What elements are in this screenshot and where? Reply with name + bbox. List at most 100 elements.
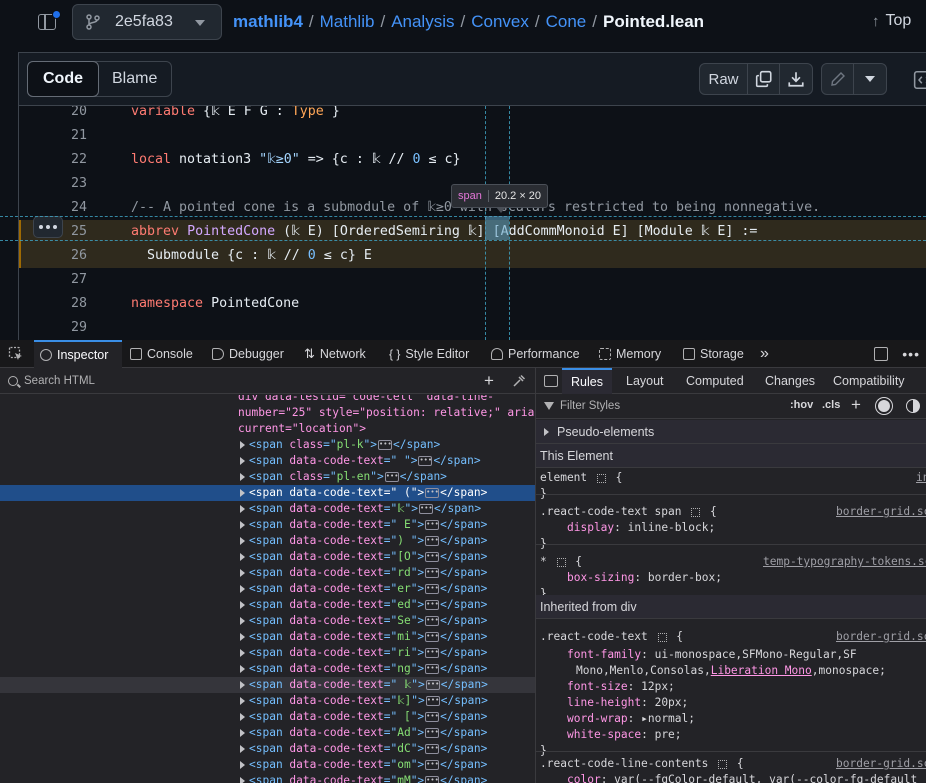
breadcrumb-link-mathlib[interactable]: Mathlib xyxy=(320,12,375,32)
expand-triangle-icon[interactable] xyxy=(240,585,245,593)
markup-node[interactable]: <span data-code-text="ri"> •••</span> xyxy=(0,645,535,661)
markup-node[interactable]: <span data-code-text="Se"> •••</span> xyxy=(0,613,535,629)
markup-node[interactable]: <span data-code-text=") "> •••</span> xyxy=(0,533,535,549)
class-toggle[interactable]: .cls xyxy=(822,399,840,411)
expand-triangle-icon[interactable] xyxy=(240,457,245,465)
markup-node[interactable]: <span data-code-text="mM"> •••</span> xyxy=(0,773,535,783)
markup-node[interactable]: <span data-code-text=" ["> •••</span> xyxy=(0,709,535,725)
file-tree-toggle-icon[interactable] xyxy=(36,10,62,34)
tab-changes[interactable]: Changes xyxy=(765,368,815,394)
filter-styles-bar[interactable]: Filter Styles :hov .cls + xyxy=(536,394,926,419)
tab-inspector[interactable]: Inspector xyxy=(34,340,122,368)
line-number[interactable]: 29 xyxy=(47,316,87,340)
expand-triangle-icon[interactable] xyxy=(240,601,245,609)
dock-side-icon[interactable] xyxy=(874,347,889,361)
expand-triangle-icon[interactable] xyxy=(240,553,245,561)
markup-node[interactable]: <span data-code-text="[O"> •••</span> xyxy=(0,549,535,565)
expand-triangle-icon[interactable] xyxy=(240,649,245,657)
expand-triangle-icon[interactable] xyxy=(240,681,245,689)
line-number[interactable]: 28 xyxy=(47,292,87,316)
expand-triangle-icon[interactable] xyxy=(240,665,245,673)
expand-triangle-icon[interactable] xyxy=(240,441,245,449)
download-raw-button[interactable] xyxy=(780,64,812,94)
line-number[interactable]: 20 xyxy=(47,106,87,124)
expand-triangle-icon[interactable] xyxy=(240,489,245,497)
tab-compatibility[interactable]: Compatibility xyxy=(833,368,905,394)
tab-debugger[interactable]: Debugger xyxy=(212,340,284,368)
markup-node[interactable]: <span data-code-text="mi"> •••</span> xyxy=(0,629,535,645)
dark-mode-icon[interactable] xyxy=(906,399,920,413)
symbols-panel-icon[interactable] xyxy=(913,69,926,91)
expand-triangle-icon[interactable] xyxy=(240,505,245,513)
markup-parent-node[interactable]: div data-testid="code-cell" data-line- xyxy=(0,395,535,405)
tab-code[interactable]: Code xyxy=(27,61,99,97)
more-edit-options-button[interactable] xyxy=(854,64,886,94)
expand-triangle-icon[interactable] xyxy=(240,473,245,481)
expand-triangle-icon[interactable] xyxy=(240,633,245,641)
tab-layout[interactable]: Layout xyxy=(626,368,664,394)
markup-node[interactable]: <span data-code-text="𝕜"> •••</span> xyxy=(0,501,535,517)
rule-source-link[interactable]: temp-typography-tokens.sc xyxy=(763,554,926,570)
line-number[interactable]: 27 xyxy=(47,268,87,292)
breadcrumb-link-cone[interactable]: Cone xyxy=(546,12,587,32)
markup-node[interactable]: <span data-code-text="om"> •••</span> xyxy=(0,757,535,773)
tab-console[interactable]: Console xyxy=(130,340,193,368)
raw-button[interactable]: Raw xyxy=(700,64,748,94)
element-picker-icon[interactable] xyxy=(8,346,24,362)
line-number[interactable]: 26 xyxy=(47,244,87,268)
breadcrumb-link-analysis[interactable]: Analysis xyxy=(391,12,454,32)
expand-triangle-icon[interactable] xyxy=(240,745,245,753)
more-tabs-button[interactable]: » xyxy=(760,340,769,368)
expand-triangle-icon[interactable] xyxy=(240,713,245,721)
more-options-icon[interactable]: ••• xyxy=(902,346,920,362)
tab-storage[interactable]: Storage xyxy=(683,340,744,368)
markup-node[interactable]: <span data-code-text=" 𝕜"> •••</span> xyxy=(0,677,535,693)
rule-source-link[interactable]: in xyxy=(916,470,926,486)
tab-style-editor[interactable]: { } Style Editor xyxy=(389,340,469,368)
markup-parent-node[interactable]: number="25" style="position: relative;" … xyxy=(0,405,535,421)
line-number[interactable]: 23 xyxy=(47,172,87,196)
add-rule-button[interactable]: + xyxy=(851,395,861,415)
back-to-top-button[interactable]: ↑ Top xyxy=(872,12,911,30)
edit-file-button[interactable] xyxy=(822,64,854,94)
rule-source-link[interactable]: border-grid.sc xyxy=(836,629,926,645)
light-mode-icon[interactable] xyxy=(878,400,890,412)
expand-triangle-icon[interactable] xyxy=(240,729,245,737)
breadcrumb-repo-link[interactable]: mathlib4 xyxy=(233,12,303,32)
expand-triangle-icon[interactable] xyxy=(240,617,245,625)
expand-triangle-icon[interactable] xyxy=(240,537,245,545)
tab-performance[interactable]: Performance xyxy=(491,340,580,368)
pseudo-elements-toggle[interactable]: Pseudo-elements xyxy=(536,420,926,444)
markup-node[interactable]: <span data-code-text=" "> •••</span> xyxy=(0,453,535,469)
markup-node[interactable]: <span data-code-text=" E"> •••</span> xyxy=(0,517,535,533)
rule-source-link[interactable]: border-grid.sc xyxy=(836,504,926,520)
markup-node[interactable]: <span data-code-text=" ("> •••</span> xyxy=(0,485,535,501)
line-number[interactable]: 21 xyxy=(47,124,87,148)
expand-triangle-icon[interactable] xyxy=(240,697,245,705)
rule-source-link[interactable]: border-grid.sc xyxy=(836,756,926,772)
breadcrumb-link-convex[interactable]: Convex xyxy=(471,12,529,32)
expand-triangle-icon[interactable] xyxy=(240,569,245,577)
markup-node[interactable]: <span class="pl-k"> •••</span> xyxy=(0,437,535,453)
expand-triangle-icon[interactable] xyxy=(240,521,245,529)
tab-network[interactable]: ⇅ Network xyxy=(304,340,366,368)
eyedropper-icon[interactable] xyxy=(512,374,526,388)
expand-triangle-icon[interactable] xyxy=(240,761,245,769)
add-node-button[interactable]: + xyxy=(484,371,494,391)
markup-node[interactable]: <span data-code-text="ng"> •••</span> xyxy=(0,661,535,677)
markup-node[interactable]: <span data-code-text="Ad"> •••</span> xyxy=(0,725,535,741)
markup-node[interactable]: <span data-code-text="rd"> •••</span> xyxy=(0,565,535,581)
markup-parent-node[interactable]: current="location"> xyxy=(0,421,535,437)
line-options-button[interactable] xyxy=(33,216,63,238)
markup-node[interactable]: <span data-code-text="𝕜]"> •••</span> xyxy=(0,693,535,709)
markup-node[interactable]: <span data-code-text="dC"> •••</span> xyxy=(0,741,535,757)
tab-blame[interactable]: Blame xyxy=(98,62,171,96)
markup-node[interactable]: <span data-code-text="ed"> •••</span> xyxy=(0,597,535,613)
tab-rules[interactable]: Rules xyxy=(562,368,612,394)
markup-node[interactable]: <span data-code-text="er"> •••</span> xyxy=(0,581,535,597)
tab-computed[interactable]: Computed xyxy=(686,368,744,394)
hover-state-toggle[interactable]: :hov xyxy=(790,399,813,411)
line-number[interactable]: 22 xyxy=(47,148,87,172)
markup-node[interactable]: <span class="pl-en"> •••</span> xyxy=(0,469,535,485)
expand-triangle-icon[interactable] xyxy=(544,427,549,436)
